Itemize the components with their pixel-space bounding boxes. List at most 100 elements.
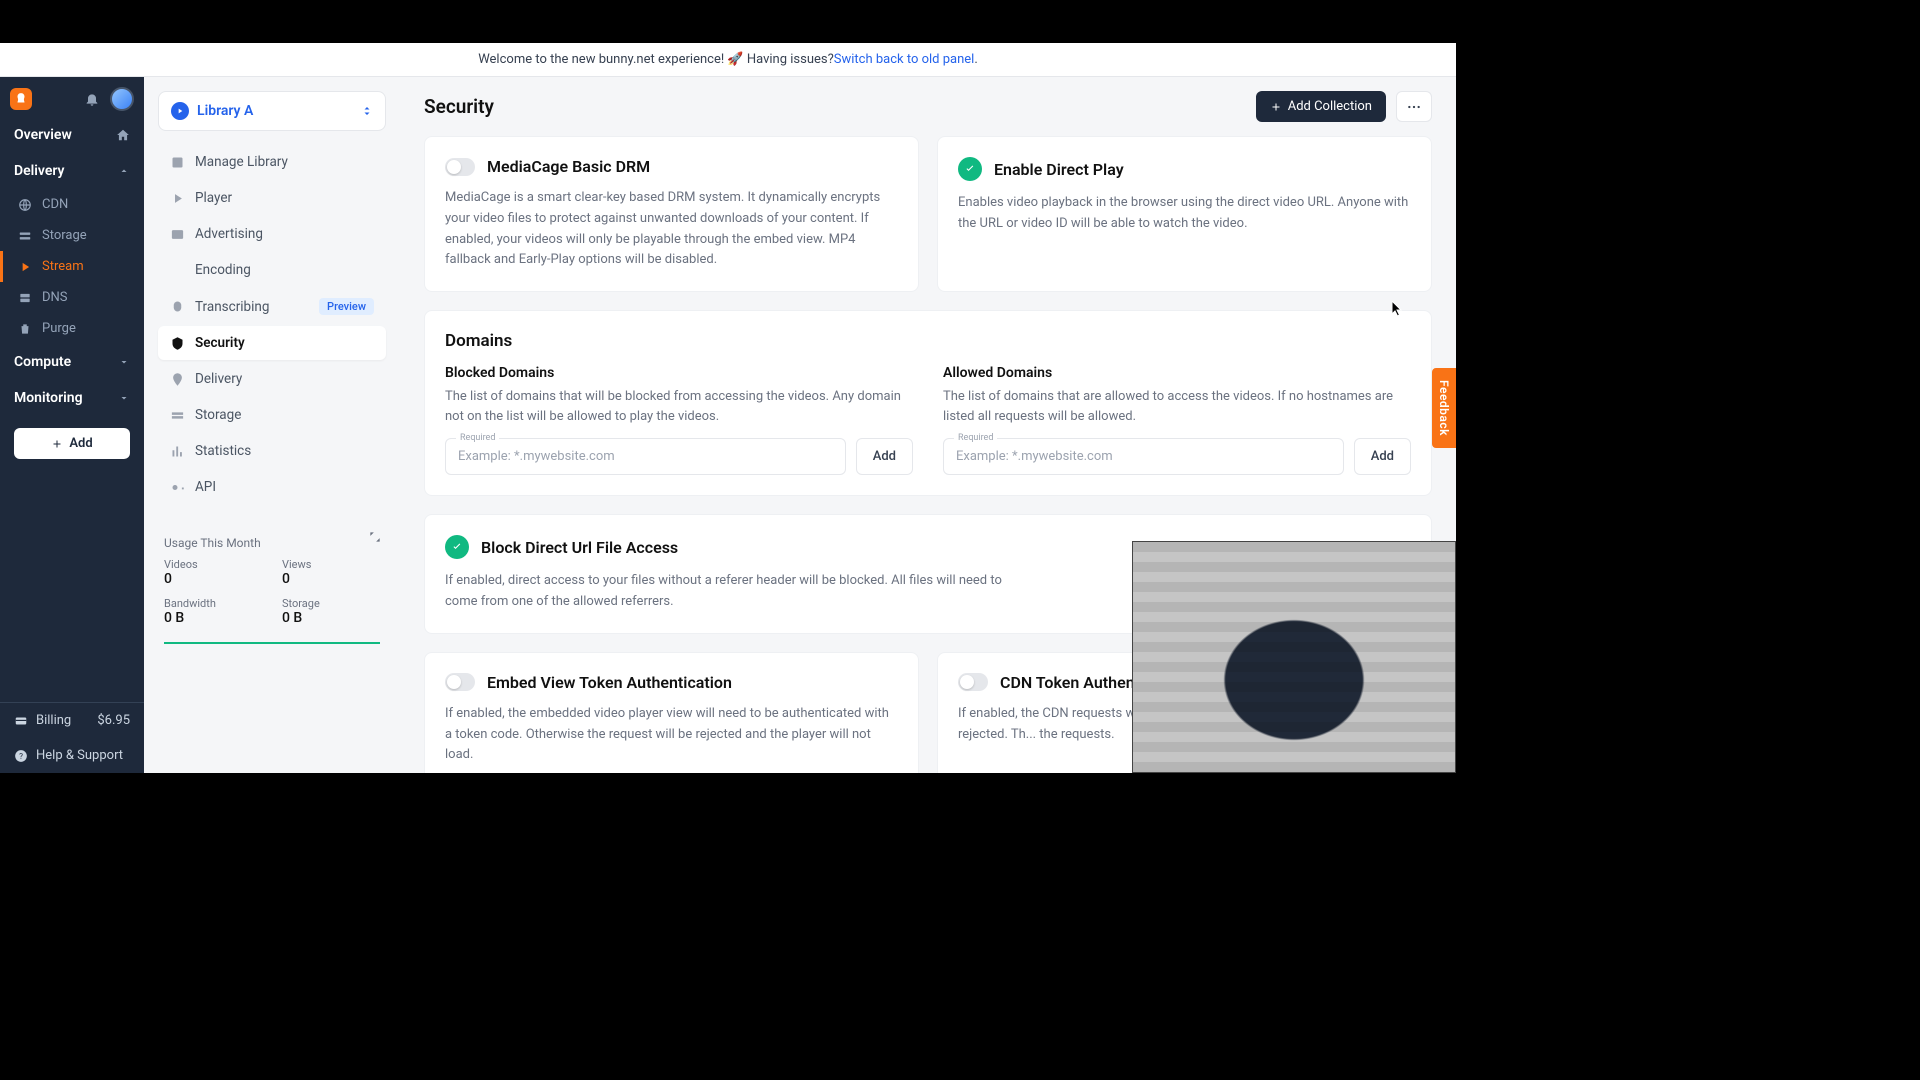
sub-security[interactable]: Security	[158, 326, 386, 360]
allowed-domains-desc: The list of domains that are allowed to …	[943, 387, 1411, 426]
primary-sidebar: Overview Delivery CDN Storage Stream DNS…	[0, 77, 144, 773]
nav-overview[interactable]: Overview	[0, 117, 144, 153]
feedback-tab[interactable]: Feedback	[1432, 368, 1456, 448]
purge-icon	[18, 322, 32, 336]
plus-icon	[51, 438, 63, 450]
sub-storage[interactable]: Storage	[158, 398, 386, 432]
usage-bar	[164, 642, 380, 644]
check-icon	[964, 163, 976, 175]
nav-help[interactable]: ?Help & Support	[0, 738, 144, 773]
encoding-icon	[170, 263, 185, 278]
help-icon: ?	[14, 749, 28, 763]
nav-delivery-label: Delivery	[14, 163, 65, 179]
usage-storage-label: Storage	[282, 597, 380, 610]
banner-text: Welcome to the new bunny.net experience!…	[478, 52, 834, 67]
dns-icon	[18, 291, 32, 305]
usage-videos-label: Videos	[164, 558, 262, 571]
library-name: Library A	[197, 103, 353, 119]
block-direct-desc: If enabled, direct access to your files …	[445, 571, 1025, 613]
banner-link[interactable]: Switch back to old panel	[834, 52, 975, 67]
plus-icon	[1270, 101, 1282, 113]
page-title: Security	[424, 95, 494, 118]
drm-desc: MediaCage is a smart clear-key based DRM…	[445, 188, 898, 271]
sub-statistics[interactable]: Statistics	[158, 434, 386, 468]
sub-manage-library[interactable]: Manage Library	[158, 145, 386, 179]
nav-monitoring-label: Monitoring	[14, 390, 83, 406]
nav-storage[interactable]: Storage	[0, 220, 144, 251]
cdn-token-toggle[interactable]	[958, 673, 988, 691]
globe-icon	[18, 198, 32, 212]
domains-card: Domains Blocked Domains The list of doma…	[424, 310, 1432, 496]
nav-dns[interactable]: DNS	[0, 282, 144, 313]
embed-token-card: Embed View Token Authentication If enabl…	[424, 652, 919, 773]
sub-delivery[interactable]: Delivery	[158, 362, 386, 396]
check-icon	[451, 541, 463, 553]
allowed-domain-add-button[interactable]: Add	[1354, 438, 1411, 475]
sub-player[interactable]: Player	[158, 181, 386, 215]
chart-icon	[170, 444, 185, 459]
blocked-domains-desc: The list of domains that will be blocked…	[445, 387, 913, 426]
domains-heading: Domains	[445, 331, 1411, 351]
chevron-up-icon	[118, 165, 130, 177]
nav-delivery-section[interactable]: Delivery	[0, 153, 144, 189]
nav-monitoring-section[interactable]: Monitoring	[0, 380, 144, 416]
nav-overview-label: Overview	[14, 127, 72, 143]
embed-token-toggle[interactable]	[445, 673, 475, 691]
library-icon	[170, 155, 185, 170]
nav-purge[interactable]: Purge	[0, 313, 144, 344]
dots-icon	[1407, 105, 1421, 109]
sub-advertising[interactable]: Advertising	[158, 217, 386, 251]
library-sidebar: Library A Manage Library Player Advertis…	[144, 77, 400, 773]
embed-token-title: Embed View Token Authentication	[487, 673, 732, 692]
sub-api[interactable]: API	[158, 470, 386, 504]
storage-icon	[18, 229, 32, 243]
usage-bandwidth-label: Bandwidth	[164, 597, 262, 610]
expand-icon[interactable]	[368, 530, 382, 544]
key-icon	[170, 480, 185, 495]
top-banner: Welcome to the new bunny.net experience!…	[0, 43, 1456, 77]
drm-toggle[interactable]	[445, 158, 475, 176]
brand-logo[interactable]	[10, 88, 32, 110]
direct-play-title: Enable Direct Play	[994, 160, 1124, 179]
library-selector[interactable]: Library A	[158, 91, 386, 131]
pin-icon	[170, 372, 185, 387]
usage-bandwidth-value: 0 B	[164, 610, 262, 626]
drm-title: MediaCage Basic DRM	[487, 157, 650, 176]
webcam-overlay	[1132, 541, 1456, 773]
nav-cdn[interactable]: CDN	[0, 189, 144, 220]
usage-views-label: Views	[282, 558, 380, 571]
sub-encoding[interactable]: Encoding	[158, 253, 386, 287]
blocked-domains-title: Blocked Domains	[445, 365, 913, 381]
direct-play-toggle[interactable]	[958, 157, 982, 181]
svg-text:?: ?	[19, 750, 23, 760]
required-label: Required	[954, 433, 997, 443]
nav-stream[interactable]: Stream	[0, 251, 144, 282]
chevron-down-icon	[118, 356, 130, 368]
sub-transcribing[interactable]: TranscribingPreview	[158, 289, 386, 324]
usage-storage-value: 0 B	[282, 610, 380, 626]
block-direct-toggle[interactable]	[445, 535, 469, 559]
user-avatar[interactable]	[110, 87, 134, 111]
nav-compute-section[interactable]: Compute	[0, 344, 144, 380]
preview-badge: Preview	[319, 298, 374, 315]
player-icon	[170, 191, 185, 206]
blocked-domain-input[interactable]	[446, 439, 845, 474]
drm-card: MediaCage Basic DRM MediaCage is a smart…	[424, 136, 919, 292]
play-icon	[171, 102, 189, 120]
add-button[interactable]: Add	[14, 428, 130, 459]
usage-panel: Usage This Month Videos0 Views0 Bandwidt…	[158, 526, 386, 654]
embed-token-desc: If enabled, the embedded video player vi…	[445, 704, 898, 766]
allowed-domain-input[interactable]	[944, 439, 1343, 474]
home-icon	[116, 128, 130, 142]
direct-play-card: Enable Direct Play Enables video playbac…	[937, 136, 1432, 292]
card-icon	[14, 714, 28, 728]
notifications-icon[interactable]	[84, 91, 100, 107]
billing-amount: $6.95	[97, 713, 130, 728]
more-actions-button[interactable]	[1396, 91, 1432, 122]
allowed-domains-title: Allowed Domains	[943, 365, 1411, 381]
add-collection-button[interactable]: Add Collection	[1256, 91, 1386, 122]
disk-icon	[170, 408, 185, 423]
nav-billing[interactable]: Billing $6.95	[0, 703, 144, 738]
blocked-domain-add-button[interactable]: Add	[856, 438, 913, 475]
ad-icon	[170, 227, 185, 242]
